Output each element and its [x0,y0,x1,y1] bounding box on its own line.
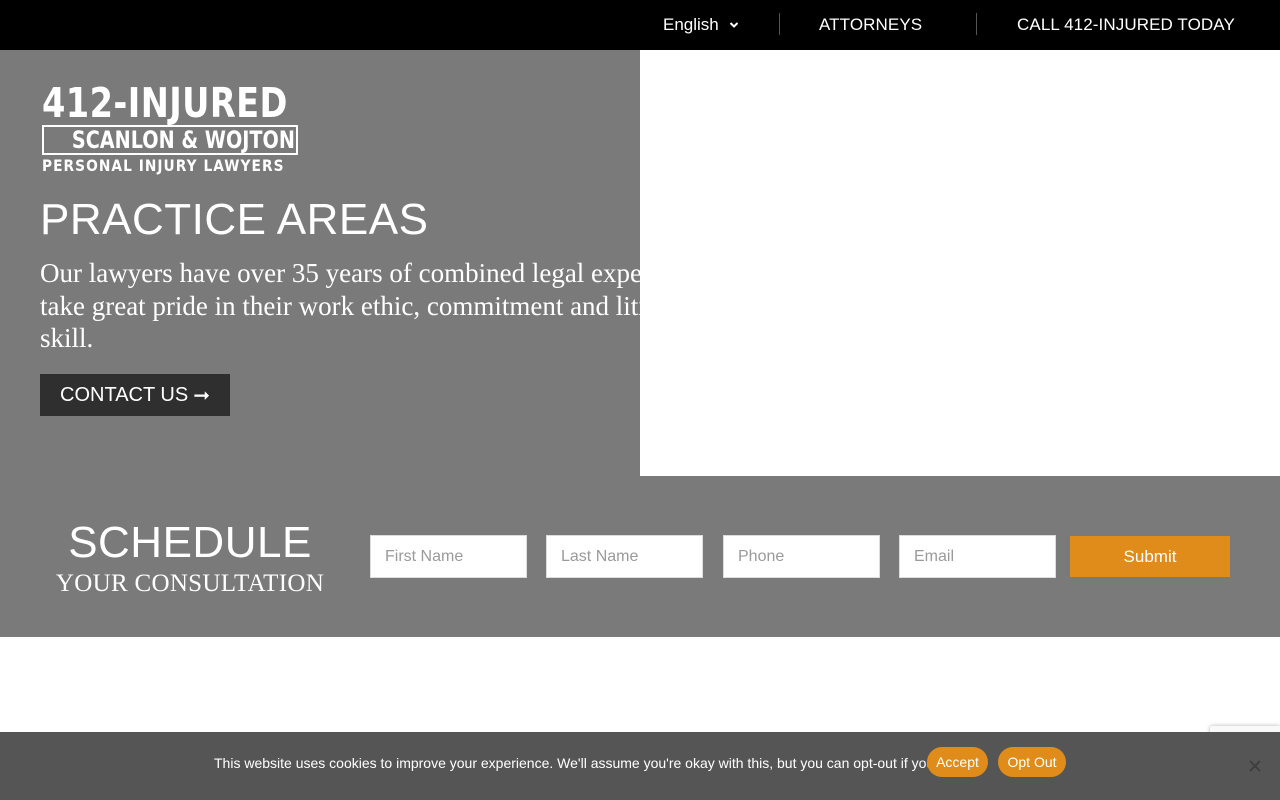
cookie-opt-out-button[interactable]: Opt Out [998,747,1066,777]
logo-line-2: SCANLON & WOJTON [71,126,295,154]
first-name-input[interactable] [370,535,527,578]
site-logo[interactable]: 412-INJURED SCANLON & WOJTON PERSONAL IN… [42,83,300,175]
hero-media-area [640,50,1280,476]
logo-line-3: PERSONAL INJURY LAWYERS [42,156,285,175]
email-input[interactable] [899,535,1056,578]
top-bar: English ATTORNEYS CALL 412-INJURED TODAY [0,0,1280,50]
nav-divider [976,13,977,35]
nav-link-attorneys[interactable]: ATTORNEYS [819,15,922,35]
submit-button[interactable]: Submit [1070,536,1230,577]
arrow-right-icon: ➞ [193,384,210,407]
language-selector[interactable]: English [663,15,740,35]
cookie-accept-button[interactable]: Accept [927,747,988,777]
language-label: English [663,15,719,34]
schedule-title: SCHEDULE [68,518,312,567]
cookie-message: This website uses cookies to improve you… [214,755,970,771]
nav-link-call[interactable]: CALL 412-INJURED TODAY [1017,15,1235,35]
contact-us-label: CONTACT US [60,383,189,406]
nav-divider [779,13,780,35]
logo-line-2-box: SCANLON & WOJTON [42,125,298,155]
logo-line-1: 412-INJURED [42,79,288,127]
cookie-banner: This website uses cookies to improve you… [0,732,1280,800]
schedule-consultation-section: SCHEDULE YOUR CONSULTATION Submit [0,476,1280,637]
close-icon[interactable] [1247,758,1263,774]
last-name-input[interactable] [546,535,703,578]
page-title: PRACTICE AREAS [40,195,429,244]
hero-section: 412-INJURED SCANLON & WOJTON PERSONAL IN… [0,50,640,476]
phone-input[interactable] [723,535,880,578]
contact-us-button[interactable]: CONTACT US ➞ [40,374,230,416]
hero-description: Our lawyers have over 35 years of combin… [40,258,640,353]
chevron-down-icon [729,22,738,28]
schedule-subtitle: YOUR CONSULTATION [55,570,325,597]
